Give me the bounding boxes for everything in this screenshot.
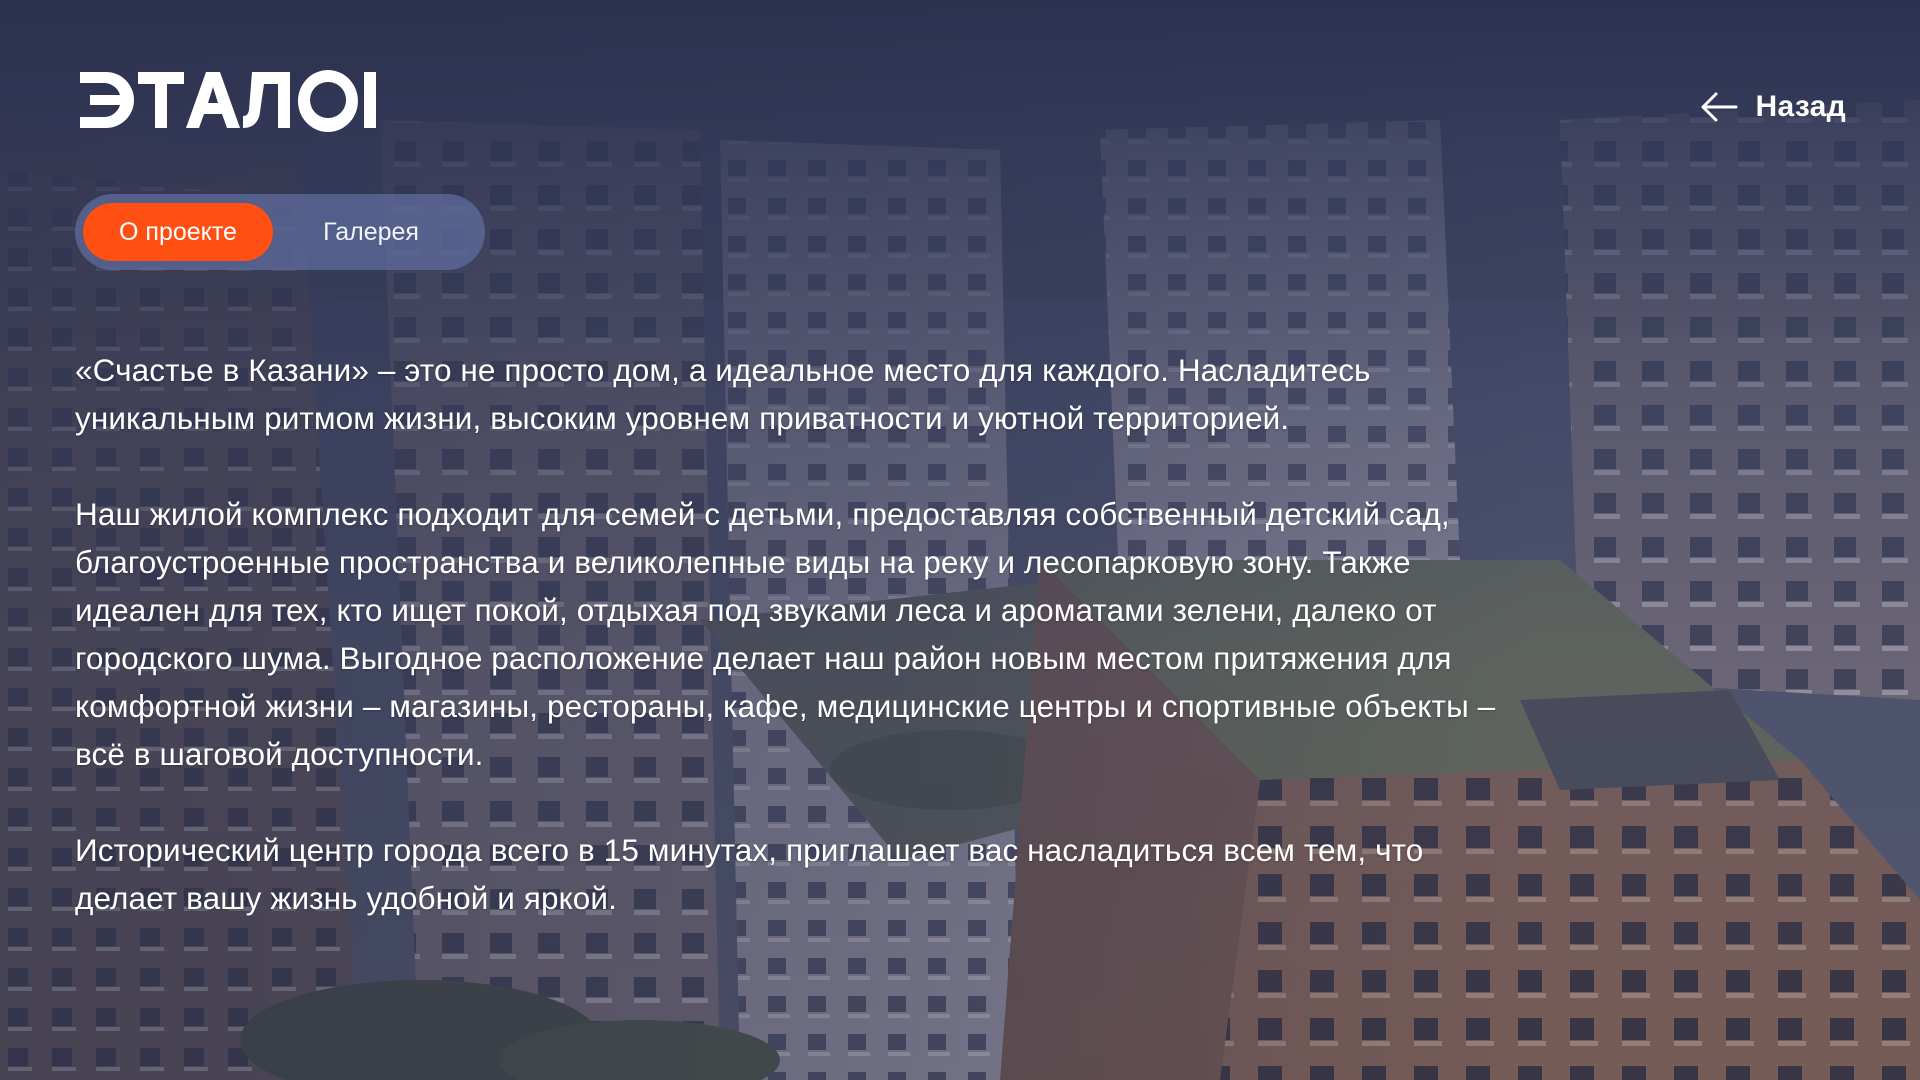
etalon-wordmark-logo xyxy=(80,70,376,132)
description-paragraph-1: «Счастье в Казани» – это не просто дом, … xyxy=(75,352,1371,436)
tab-gallery[interactable]: Галерея xyxy=(273,203,469,261)
tab-switcher: О проекте Галерея xyxy=(75,194,485,270)
project-info-screen: Назад О проекте Галерея «Счастье в Казан… xyxy=(0,0,1920,1080)
description-paragraph-2: Наш жилой комплекс подходит для семей с … xyxy=(75,496,1496,772)
back-button-label: Назад xyxy=(1755,90,1846,123)
arrow-left-icon xyxy=(1701,92,1738,122)
project-description: «Счастье в Казани» – это не просто дом, … xyxy=(75,346,1515,970)
description-paragraph-3: Исторический центр города всего в 15 мин… xyxy=(75,832,1424,916)
back-button[interactable]: Назад xyxy=(1698,86,1846,128)
brand-logo xyxy=(76,68,380,132)
tab-about-project[interactable]: О проекте xyxy=(83,203,273,261)
